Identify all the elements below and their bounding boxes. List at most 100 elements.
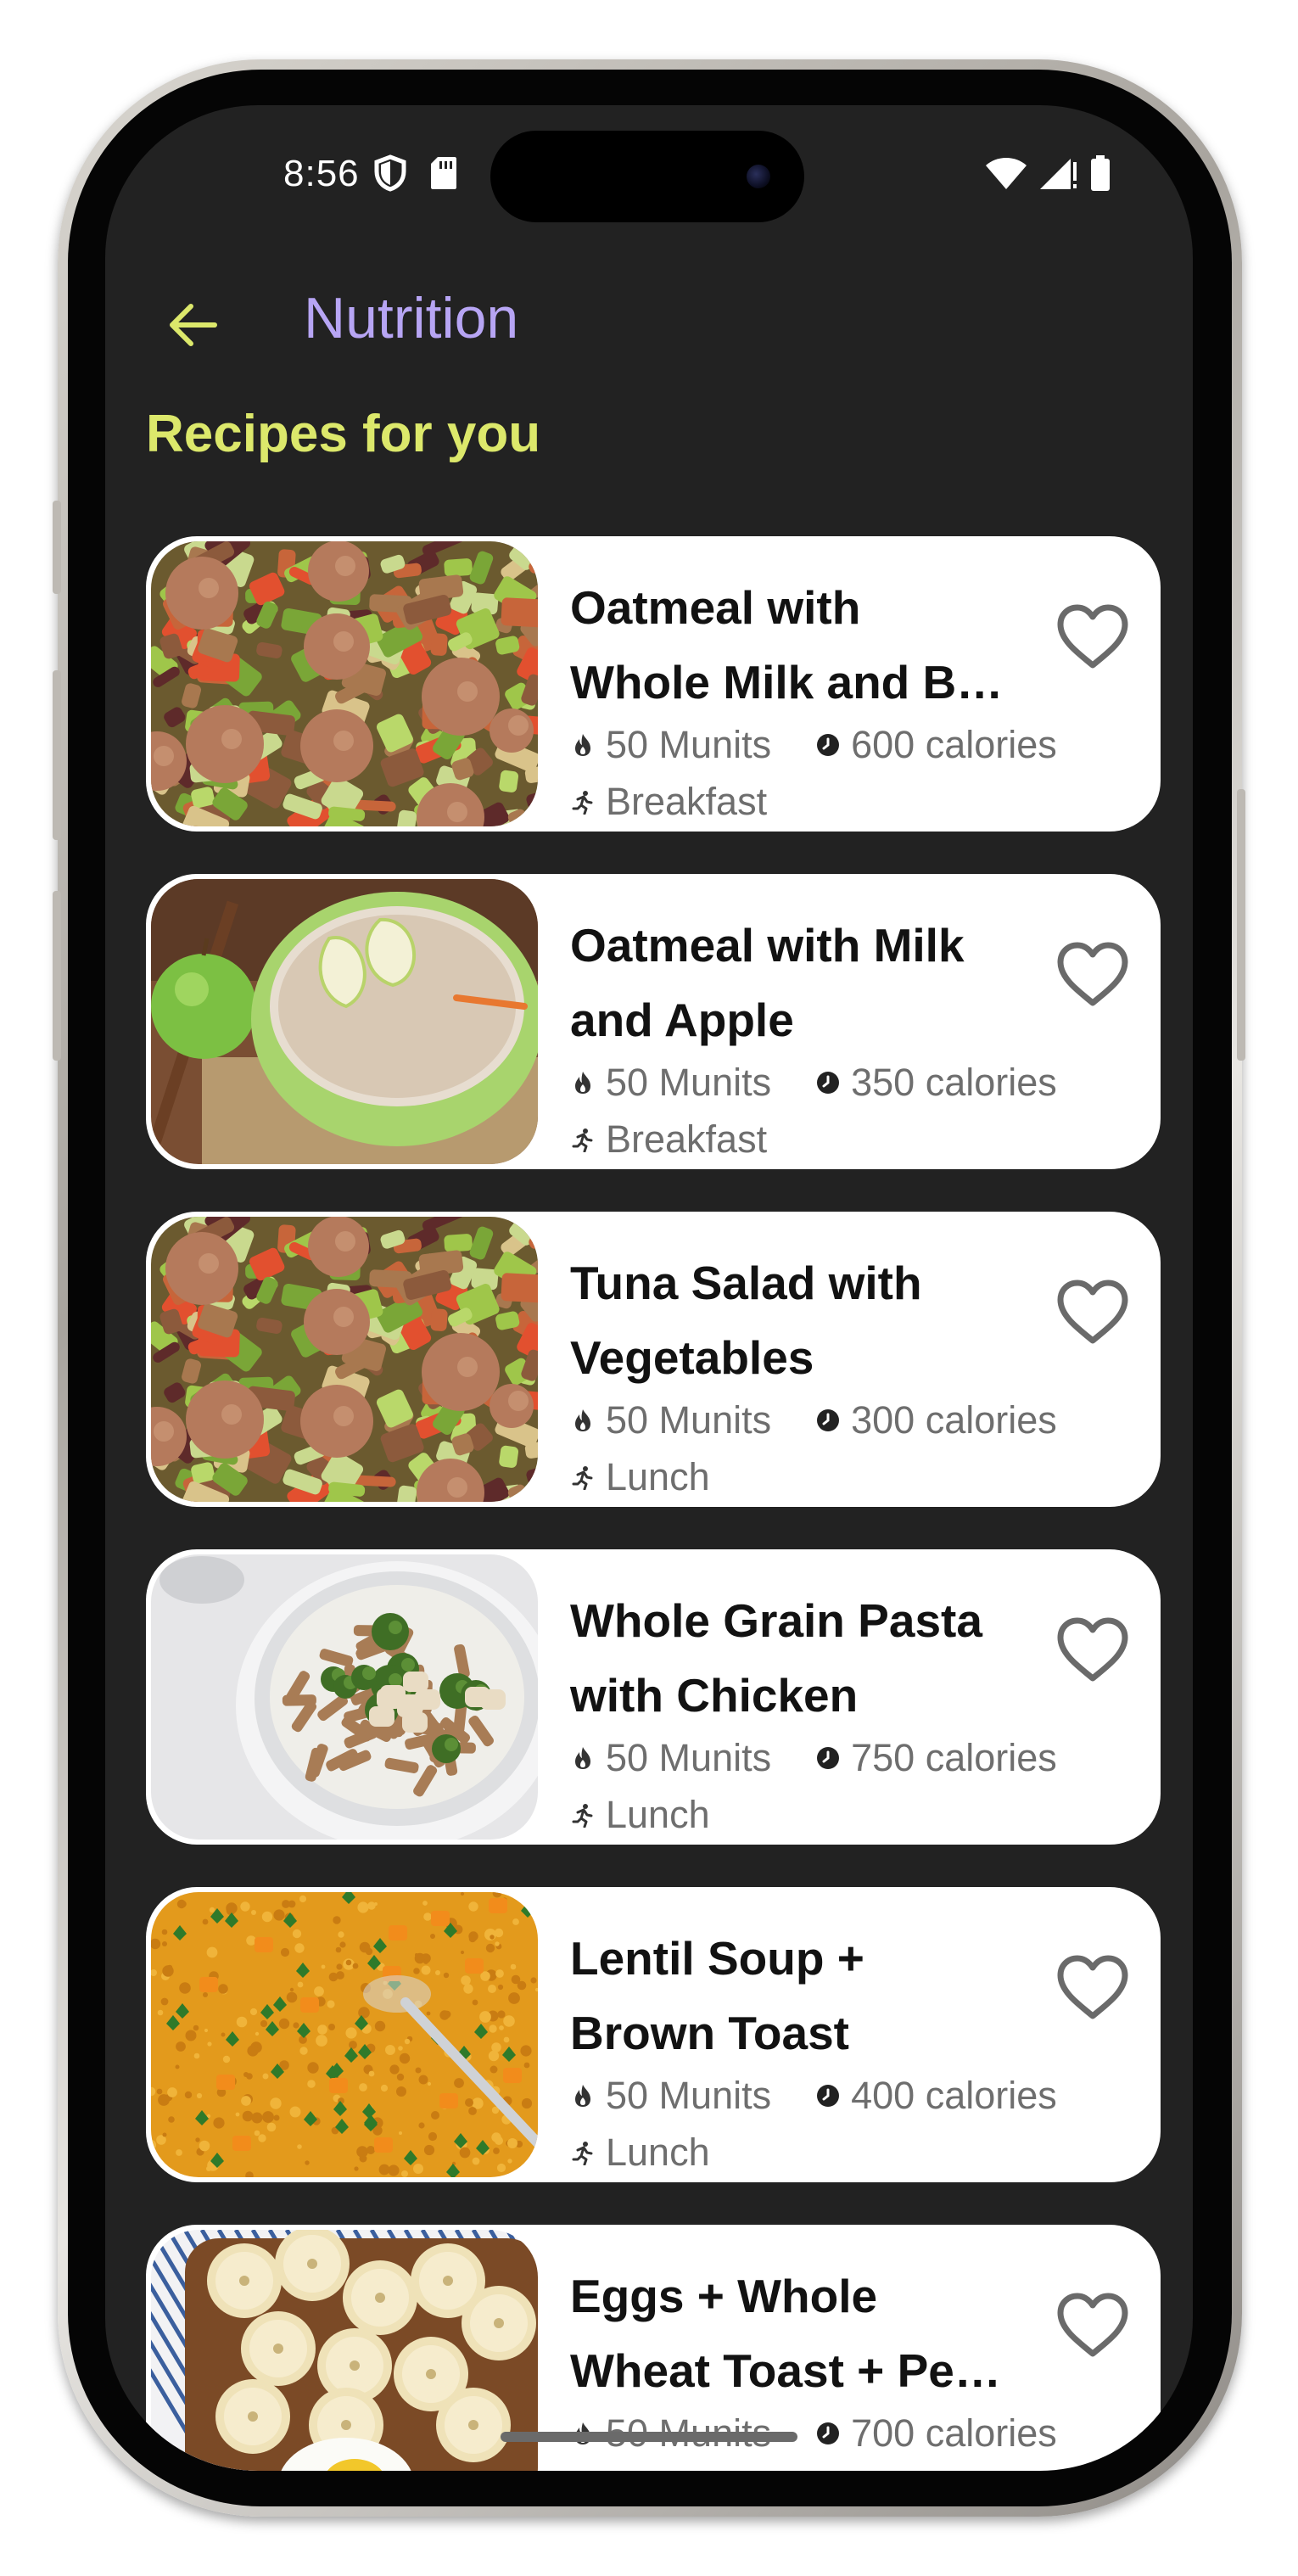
volume-down-button: [53, 891, 61, 1061]
power-button: [1237, 789, 1245, 1061]
recipe-title-line1: Lentil Soup +: [570, 1932, 864, 1985]
meal-type-value: Breakfast: [606, 1117, 768, 1161]
meal-type: Lunch: [570, 2131, 710, 2175]
recipe-image: [151, 541, 538, 826]
recipe-title: Oatmeal with Milk and Apple: [570, 908, 1045, 1057]
meal-type-value: Lunch: [606, 2131, 710, 2174]
meal-type-value: Breakfast: [606, 780, 768, 823]
running-icon: [572, 2142, 593, 2165]
recipe-meta: 50 Munits 600 calories: [570, 723, 1057, 767]
recipe-meta: 50 Munits 400 calories: [570, 2074, 1057, 2118]
action-button: [53, 501, 61, 594]
wifi-icon: [986, 158, 1027, 189]
heart-icon[interactable]: [1055, 602, 1130, 670]
calories-value: 700 calories: [851, 2411, 1057, 2455]
running-icon: [572, 1804, 593, 1828]
recipe-title-line1: Oatmeal with Milk: [570, 919, 965, 972]
flame-icon: [575, 734, 590, 756]
heart-icon[interactable]: [1055, 1278, 1130, 1346]
running-icon: [572, 1128, 593, 1152]
recipe-title-line2: Wheat Toast + Pe…: [570, 2344, 1001, 2397]
munits-value: 50 Munits: [606, 723, 772, 766]
recipe-image: [151, 2230, 538, 2471]
food-photo: [151, 541, 538, 826]
calories: 400 calories: [815, 2074, 1057, 2118]
munits-value: 50 Munits: [606, 2074, 772, 2117]
recipe-title-line2: Vegetables: [570, 1331, 814, 1384]
flame-icon: [575, 2085, 590, 2107]
recipe-card[interactable]: Oatmeal with Whole Milk and B… 50 Munits…: [146, 536, 1161, 832]
recipe-image: [151, 1217, 538, 1502]
status-left-icons: [373, 154, 458, 192]
calories: 750 calories: [815, 1736, 1057, 1780]
meal-type: Breakfast: [570, 1117, 767, 1162]
recipe-image: [151, 879, 538, 1164]
recipe-title-line1: Eggs + Whole: [570, 2270, 878, 2322]
recipe-title-line1: Oatmeal with: [570, 581, 861, 634]
clock-icon: [817, 1072, 840, 1094]
clock-icon: [817, 2422, 840, 2444]
recipe-meta: 50 Munits 300 calories: [570, 1398, 1057, 1442]
calories-value: 750 calories: [851, 1736, 1057, 1779]
recipe-card[interactable]: Lentil Soup + Brown Toast 50 Munits 400 …: [146, 1887, 1161, 2182]
flame-icon: [575, 1409, 590, 1431]
status-time: 8:56: [283, 153, 360, 194]
back-button[interactable]: [154, 287, 231, 363]
recipe-card[interactable]: Oatmeal with Milk and Apple 50 Munits 35…: [146, 874, 1161, 1169]
recipe-title-line2: with Chicken: [570, 1669, 859, 1722]
recipe-title-line1: Tuna Salad with: [570, 1257, 922, 1309]
meal-type: Lunch: [570, 1455, 710, 1499]
recipe-title: Tuna Salad with Vegetables: [570, 1246, 1045, 1395]
dynamic-island: [490, 131, 804, 222]
running-icon: [572, 791, 593, 815]
shield-icon: [374, 154, 406, 192]
signal-icon: [1040, 159, 1077, 189]
munits-value: 50 Munits: [606, 1398, 772, 1442]
food-photo: [151, 1554, 538, 1840]
flame-icon: [575, 1072, 590, 1094]
volume-up-button: [53, 670, 61, 840]
app-screen: 8:56 Nutrition Recipes for you Oatmeal w…: [105, 105, 1193, 2471]
meal-type: Lunch: [570, 1793, 710, 1837]
calories-value: 600 calories: [851, 723, 1057, 766]
food-photo: [151, 2230, 538, 2471]
calories: 700 calories: [815, 2411, 1057, 2456]
meal-type-value: Lunch: [606, 1455, 710, 1498]
calories-value: 300 calories: [851, 1398, 1057, 1442]
recipe-title: Eggs + Whole Wheat Toast + Pe…: [570, 2259, 1045, 2408]
heart-icon[interactable]: [1055, 940, 1130, 1008]
recipe-title-line2: and Apple: [570, 994, 794, 1046]
battery-icon: [1091, 155, 1110, 191]
recipe-title: Oatmeal with Whole Milk and B…: [570, 570, 1045, 720]
recipe-title: Lentil Soup + Brown Toast: [570, 1921, 1045, 2070]
recipe-title: Whole Grain Pasta with Chicken: [570, 1583, 1045, 1733]
calories-value: 400 calories: [851, 2074, 1057, 2117]
recipe-title-line1: Whole Grain Pasta: [570, 1594, 982, 1647]
food-photo: [151, 1892, 538, 2177]
clock-icon: [817, 2085, 840, 2107]
flame-icon: [575, 1747, 590, 1769]
calories: 600 calories: [815, 723, 1057, 767]
recipe-image: [151, 1554, 538, 1840]
heart-icon[interactable]: [1055, 1616, 1130, 1683]
recipe-meta: 50 Munits 350 calories: [570, 1061, 1057, 1105]
status-right-icons: [984, 154, 1111, 192]
heart-icon[interactable]: [1055, 1953, 1130, 2021]
munits-value: 50 Munits: [606, 1061, 772, 1104]
heart-icon[interactable]: [1055, 2291, 1130, 2359]
recipe-card[interactable]: Tuna Salad with Vegetables 50 Munits 300…: [146, 1212, 1161, 1507]
calories: 350 calories: [815, 1061, 1057, 1105]
clock-icon: [817, 734, 840, 756]
munits-value: 50 Munits: [606, 1736, 772, 1779]
clock-icon: [817, 1747, 840, 1769]
home-indicator[interactable]: [501, 2432, 797, 2442]
running-icon: [572, 1466, 593, 1490]
clock-icon: [817, 1409, 840, 1431]
meal-type: Breakfast: [570, 780, 767, 824]
recipe-meta: 50 Munits 750 calories: [570, 1736, 1057, 1780]
recipe-title-line2: Brown Toast: [570, 2007, 849, 2059]
recipe-image: [151, 1892, 538, 2177]
recipe-title-line2: Whole Milk and B…: [570, 656, 1004, 708]
recipe-card[interactable]: Whole Grain Pasta with Chicken 50 Munits…: [146, 1549, 1161, 1845]
arrow-left-icon: [170, 304, 217, 346]
